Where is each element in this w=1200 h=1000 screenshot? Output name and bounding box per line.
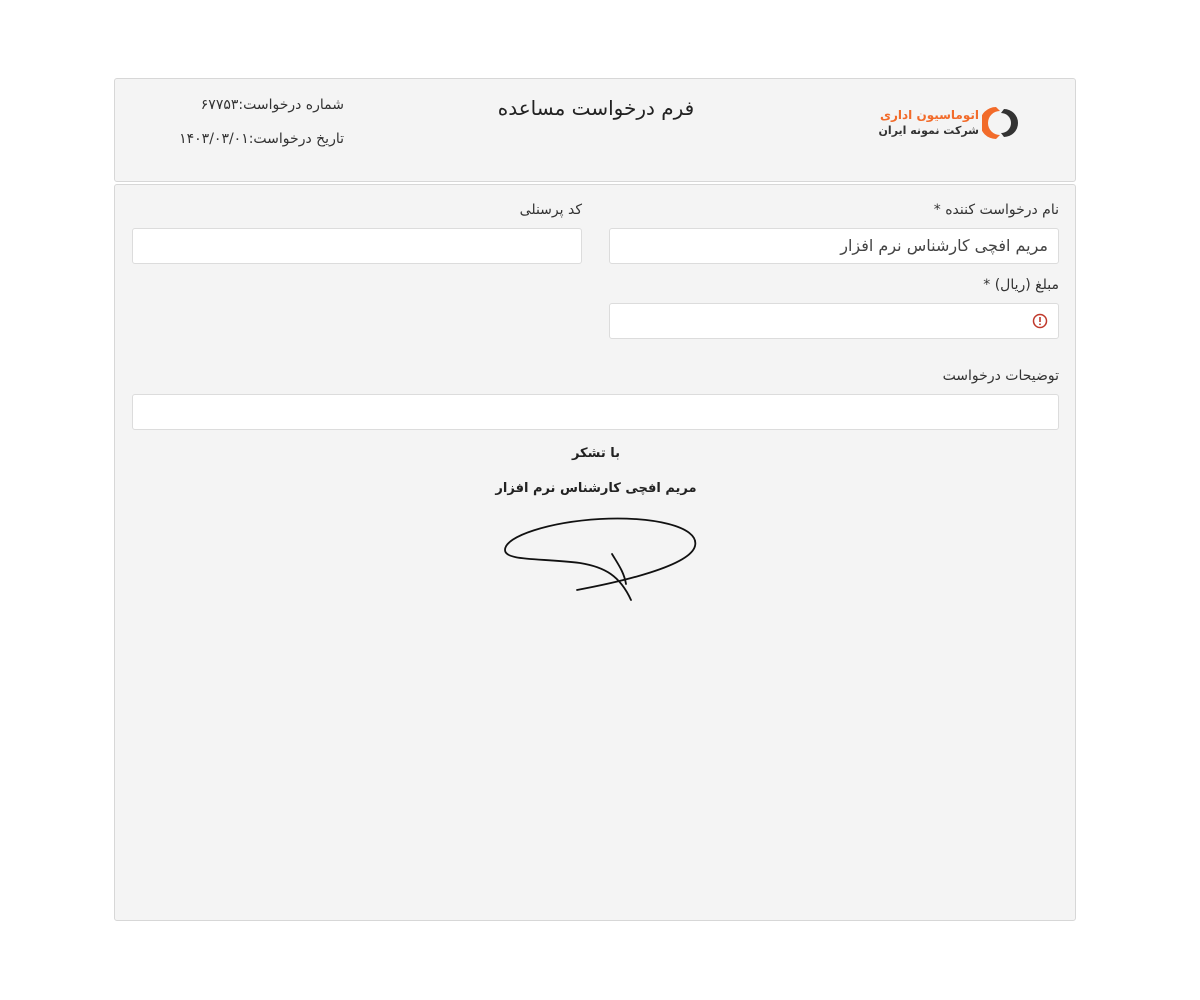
signature-image (504, 517, 697, 601)
request-date: تاریخ درخواست:۱۴۰۳/۰۳/۰۱ (179, 131, 344, 147)
logo-line-2: شرکت نمونه ایران (878, 124, 979, 137)
amount-input[interactable] (609, 303, 1059, 339)
request-number: شماره درخواست:۶۷۷۵۳ (200, 97, 344, 113)
thanks-text: با تشکر (571, 446, 621, 461)
signer-name: مریم افچی کارشناس نرم افزار (495, 481, 697, 496)
page-title: فرم درخواست مساعده (497, 96, 695, 120)
personnel-code-label: کد پرسنلی (519, 202, 582, 218)
amount-label: مبلغ (ریال) * (983, 277, 1059, 293)
logo-mark-icon (982, 107, 1018, 139)
description-label: توضیحات درخواست (942, 368, 1059, 384)
requester-name-label: نام درخواست کننده * (933, 202, 1059, 218)
company-logo: اتوماسیون اداری شرکت نمونه ایران (879, 102, 1025, 144)
error-circle-icon (1032, 313, 1048, 329)
description-input[interactable] (132, 394, 1059, 430)
personnel-code-input[interactable] (132, 228, 582, 264)
requester-name-input[interactable]: مریم افچی کارشناس نرم افزار (609, 228, 1059, 264)
logo-line-1: اتوماسیون اداری (879, 108, 979, 122)
